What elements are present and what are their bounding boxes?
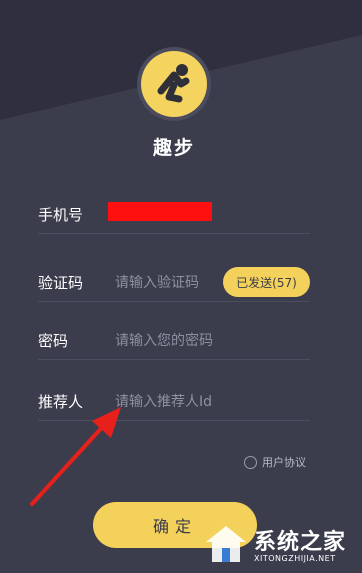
- referrer-row: 推荐人 请输入推荐人Id: [38, 381, 310, 421]
- app-logo: [137, 47, 211, 121]
- running-person-icon: [141, 51, 207, 117]
- app-title: 趣步: [152, 137, 195, 159]
- house-icon: [206, 526, 246, 562]
- password-row: 密码 请输入您的密码: [38, 320, 310, 360]
- send-code-button[interactable]: 已发送(57): [223, 267, 310, 297]
- watermark-url: XITONGZHIJIA.NET: [254, 554, 336, 563]
- radio-circle-icon[interactable]: [244, 455, 257, 469]
- watermark: 系统之家 XITONGZHIJIA.NET: [200, 518, 362, 573]
- phone-label: 手机号: [38, 206, 84, 224]
- divider: [38, 233, 310, 234]
- watermark-text: 系统之家: [254, 530, 347, 555]
- agreement-label[interactable]: 用户协议: [262, 454, 306, 470]
- phone-redaction: [108, 202, 212, 221]
- password-label: 密码: [38, 332, 69, 350]
- password-input[interactable]: 请输入您的密码: [115, 330, 305, 350]
- phone-row: 手机号: [38, 194, 310, 234]
- referrer-input[interactable]: 请输入推荐人Id: [115, 391, 305, 411]
- divider: [38, 420, 310, 421]
- code-label: 验证码: [38, 274, 84, 292]
- code-row: 验证码 请输入验证码 已发送(57): [38, 262, 310, 302]
- agreement-checkbox[interactable]: 用户协议: [244, 453, 306, 471]
- referrer-label: 推荐人: [38, 393, 84, 411]
- divider: [38, 301, 310, 302]
- divider: [38, 359, 310, 360]
